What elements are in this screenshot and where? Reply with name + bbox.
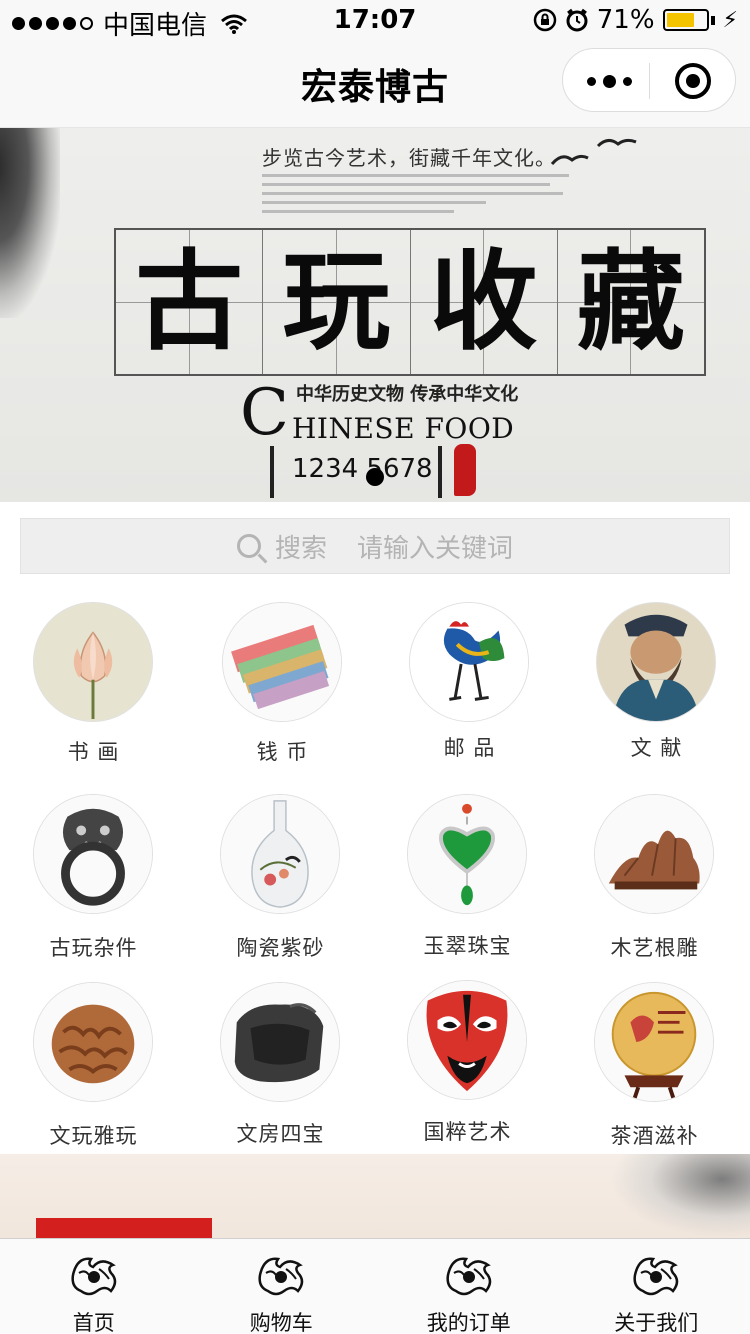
category-label: 文 献 — [630, 736, 683, 760]
category-label: 文玩雅玩 — [49, 1124, 138, 1148]
banner-title-char: 玩 — [282, 239, 391, 365]
category-antique-misc[interactable]: 古玩杂件 — [0, 778, 187, 966]
category-tea-wine[interactable]: 茶酒滋补 — [561, 966, 748, 1154]
red-comma-decoration — [454, 444, 476, 496]
ink-wash-decoration — [0, 128, 60, 318]
category-jade-jewelry[interactable]: 玉翠珠宝 — [374, 778, 561, 966]
banner-title-char: 收 — [429, 239, 538, 365]
banner-english-text: HINESE FOOD — [292, 412, 515, 445]
tab-bar: 首页 购物车 我的订单 关于我们 — [0, 1238, 750, 1334]
banner-carousel[interactable]: 步览古今艺术，街藏千年文化。 古 玩 收 藏 C 中华历史文物 传承中华文化 H… — [0, 128, 750, 502]
category-calligraphy-painting[interactable]: 书 画 — [0, 590, 187, 778]
search-placeholder: 请输入关键词 — [357, 533, 514, 564]
tab-cart[interactable]: 购物车 — [188, 1239, 376, 1334]
banner-title-grid: 古 玩 收 藏 — [114, 228, 706, 376]
walnut-icon — [33, 982, 153, 1102]
carousel-indicator-dot[interactable] — [366, 468, 384, 486]
tab-orders[interactable]: 我的订单 — [375, 1239, 563, 1334]
search-bar[interactable]: 搜索 请输入关键词 — [20, 518, 730, 574]
tab-about[interactable]: 关于我们 — [563, 1239, 750, 1334]
tab-home[interactable]: 首页 — [0, 1239, 188, 1334]
lion-door-knocker-icon — [33, 794, 153, 914]
category-stamps[interactable]: 邮 品 — [376, 590, 563, 778]
category-currency[interactable]: 钱 币 — [189, 590, 376, 778]
category-label: 古玩杂件 — [49, 936, 138, 960]
category-four-treasures[interactable]: 文房四宝 — [187, 966, 374, 1154]
banner-title-char: 藏 — [576, 239, 685, 365]
dragon-emblem-icon — [258, 1257, 304, 1296]
jade-pendant-icon — [407, 794, 527, 914]
red-gift-box-decoration — [36, 1218, 212, 1238]
category-label: 钱 币 — [256, 740, 309, 764]
banner-fine-print — [262, 174, 582, 219]
root-carving-icon — [594, 794, 714, 914]
porcelain-vase-icon — [220, 794, 340, 914]
category-label: 国粹艺术 — [423, 1120, 512, 1144]
search-label: 搜索 — [274, 533, 327, 564]
banner-number: 1234 5678 — [292, 454, 433, 484]
tab-label: 首页 — [72, 1311, 115, 1334]
category-label: 木艺根雕 — [610, 936, 699, 960]
tab-label: 关于我们 — [614, 1311, 699, 1334]
mini-program-capsule — [562, 48, 736, 112]
confucius-portrait-icon — [596, 602, 716, 722]
category-wood-carving[interactable]: 木艺根雕 — [561, 778, 748, 966]
navigation-bar: 宏泰博古 — [0, 40, 750, 128]
tea-cake-icon — [594, 982, 714, 1102]
tab-label: 我的订单 — [426, 1311, 511, 1334]
category-label: 陶瓷紫砂 — [236, 936, 325, 960]
more-options-button[interactable] — [587, 75, 632, 88]
dragon-emblem-icon — [71, 1257, 116, 1296]
category-label: 邮 品 — [443, 736, 496, 760]
tab-label: 购物车 — [249, 1311, 313, 1334]
category-label: 茶酒滋补 — [610, 1124, 699, 1148]
battery-percent: 71% — [596, 5, 655, 35]
rotation-lock-icon — [533, 8, 556, 32]
status-bar: 中国电信 17:07 71% ⚡ — [0, 0, 750, 41]
banknotes-icon — [222, 602, 342, 722]
alarm-icon — [566, 8, 588, 32]
promo-banner[interactable] — [0, 1154, 750, 1238]
lotus-painting-icon — [33, 602, 153, 722]
dragon-emblem-icon — [446, 1257, 491, 1296]
rooster-stamp-icon — [409, 602, 529, 722]
banner-big-letter: C — [240, 376, 289, 450]
category-documents[interactable]: 文 献 — [563, 590, 750, 778]
category-national-art[interactable]: 国粹艺术 — [374, 966, 561, 1154]
opera-mask-icon — [407, 980, 527, 1100]
category-collectibles[interactable]: 文玩雅玩 — [0, 966, 187, 1154]
battery-icon — [662, 9, 709, 31]
search-icon — [236, 534, 261, 558]
charging-bolt-icon: ⚡ — [722, 7, 738, 33]
category-grid: 书 画 钱 币 邮 品 文 献 古玩杂件 陶瓷紫砂 玉翠珠宝 木艺根雕 文玩雅玩… — [0, 590, 750, 1154]
close-mini-program-button[interactable] — [675, 63, 711, 99]
inkstone-icon — [220, 982, 340, 1102]
ink-wash-decoration — [610, 1154, 750, 1238]
category-label: 书 画 — [67, 740, 120, 764]
category-label: 文房四宝 — [236, 1122, 325, 1146]
banner-subtitle: 中华历史文物 传承中华文化 — [296, 384, 519, 405]
category-label: 玉翠珠宝 — [423, 934, 512, 958]
dragon-emblem-icon — [633, 1257, 679, 1296]
category-ceramics[interactable]: 陶瓷紫砂 — [187, 778, 374, 966]
banner-slogan: 步览古今艺术，街藏千年文化。 — [262, 146, 556, 170]
banner-title-char: 古 — [135, 239, 244, 365]
